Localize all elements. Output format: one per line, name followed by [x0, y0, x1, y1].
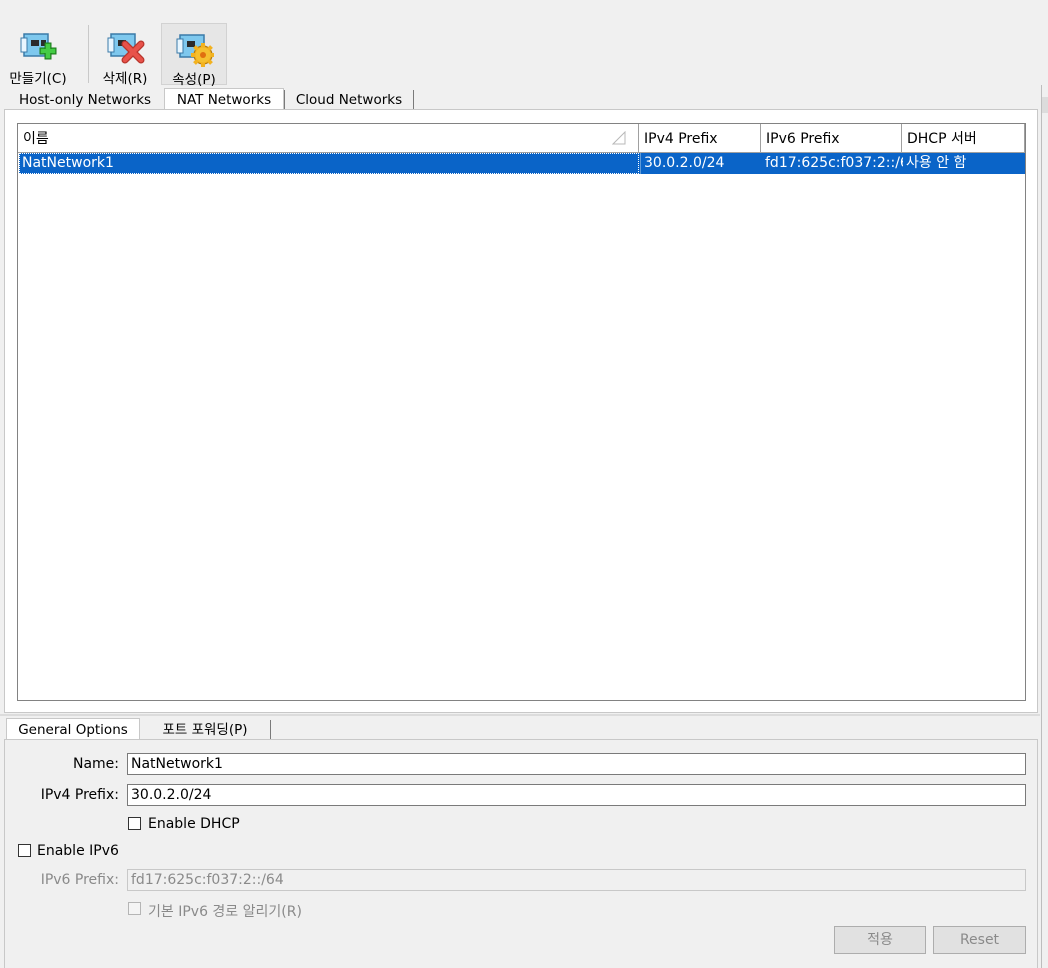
table-header: 이름 IPv4 Prefix IPv6 Prefix DHCP 서버 — [18, 124, 1025, 154]
properties-button[interactable]: 속성(P) — [161, 23, 227, 88]
enable-dhcp-label[interactable]: Enable DHCP — [148, 816, 240, 832]
row-ipv6-cell: fd17:625c:f037:2::/64 — [765, 155, 903, 171]
tab-port-forwarding[interactable]: 포트 포워딩(P) — [140, 720, 271, 740]
window-edge-scrollbar[interactable] — [1041, 85, 1048, 968]
network-add-icon — [20, 33, 57, 60]
toolbar-separator — [88, 25, 89, 83]
row-ipv4-cell: 30.0.2.0/24 — [640, 153, 762, 174]
column-header-name-label: 이름 — [23, 131, 49, 147]
column-header-dhcp[interactable]: DHCP 서버 — [902, 124, 1025, 153]
scrollbar-thumb[interactable] — [1042, 97, 1048, 113]
tab-host-only-networks[interactable]: Host-only Networks — [6, 90, 165, 110]
networks-table: 이름 IPv4 Prefix IPv6 Prefix DHCP 서버 NatNe… — [17, 123, 1026, 701]
row-dhcp-cell: 사용 안 함 — [906, 155, 967, 171]
tab-general-options-label: General Options — [18, 722, 128, 738]
name-field[interactable]: NatNetwork1 — [127, 753, 1026, 775]
enable-dhcp-checkbox[interactable] — [128, 817, 141, 830]
tab-nat-networks[interactable]: NAT Networks — [164, 88, 284, 110]
apply-button[interactable]: 적용 — [834, 926, 926, 954]
column-header-ipv6[interactable]: IPv6 Prefix — [761, 124, 902, 153]
column-header-ipv4-label: IPv4 Prefix — [644, 131, 718, 147]
network-delete-icon — [107, 33, 145, 64]
ipv4-prefix-field[interactable]: 30.0.2.0/24 — [127, 784, 1026, 806]
name-label: Name: — [72, 756, 119, 772]
table-row[interactable]: NatNetwork1 30.0.2.0/24 fd17:625c:f037:2… — [19, 153, 1025, 174]
column-header-name[interactable]: 이름 — [18, 124, 639, 153]
enable-ipv6-checkbox[interactable] — [18, 844, 31, 857]
properties-button-label: 속성(P) — [172, 72, 216, 88]
column-header-ipv6-label: IPv6 Prefix — [766, 131, 840, 147]
network-settings-icon — [176, 34, 214, 67]
tab-general-options[interactable]: General Options — [6, 718, 140, 740]
ipv6-prefix-field: fd17:625c:f037:2::/64 — [127, 869, 1026, 891]
delete-button-label: 삭제(R) — [102, 71, 148, 87]
reset-button[interactable]: Reset — [933, 926, 1026, 954]
tab-port-forwarding-label: 포트 포워딩(P) — [162, 722, 248, 738]
column-header-ipv4[interactable]: IPv4 Prefix — [639, 124, 761, 153]
sort-ascending-icon — [612, 131, 626, 145]
tab-cloud-networks[interactable]: Cloud Networks — [284, 90, 414, 110]
advertise-default-route-label: 기본 IPv6 경로 알리기(R) — [148, 904, 302, 920]
advertise-default-route-checkbox — [128, 902, 141, 915]
tab-host-only-networks-label: Host-only Networks — [18, 92, 152, 108]
tab-cloud-networks-label: Cloud Networks — [295, 92, 403, 108]
column-header-dhcp-label: DHCP 서버 — [907, 131, 977, 147]
tab-nat-networks-label: NAT Networks — [176, 92, 272, 108]
enable-ipv6-label[interactable]: Enable IPv6 — [37, 843, 119, 859]
panel-splitter[interactable] — [0, 714, 1040, 716]
ipv4-prefix-label: IPv4 Prefix: — [40, 787, 119, 803]
row-name-cell: NatNetwork1 — [19, 153, 639, 174]
create-button-label: 만들기(C) — [9, 71, 67, 87]
delete-button[interactable]: 삭제(R) — [92, 23, 158, 87]
create-button[interactable]: 만들기(C) — [5, 23, 71, 87]
ipv6-prefix-label: IPv6 Prefix: — [40, 872, 119, 888]
